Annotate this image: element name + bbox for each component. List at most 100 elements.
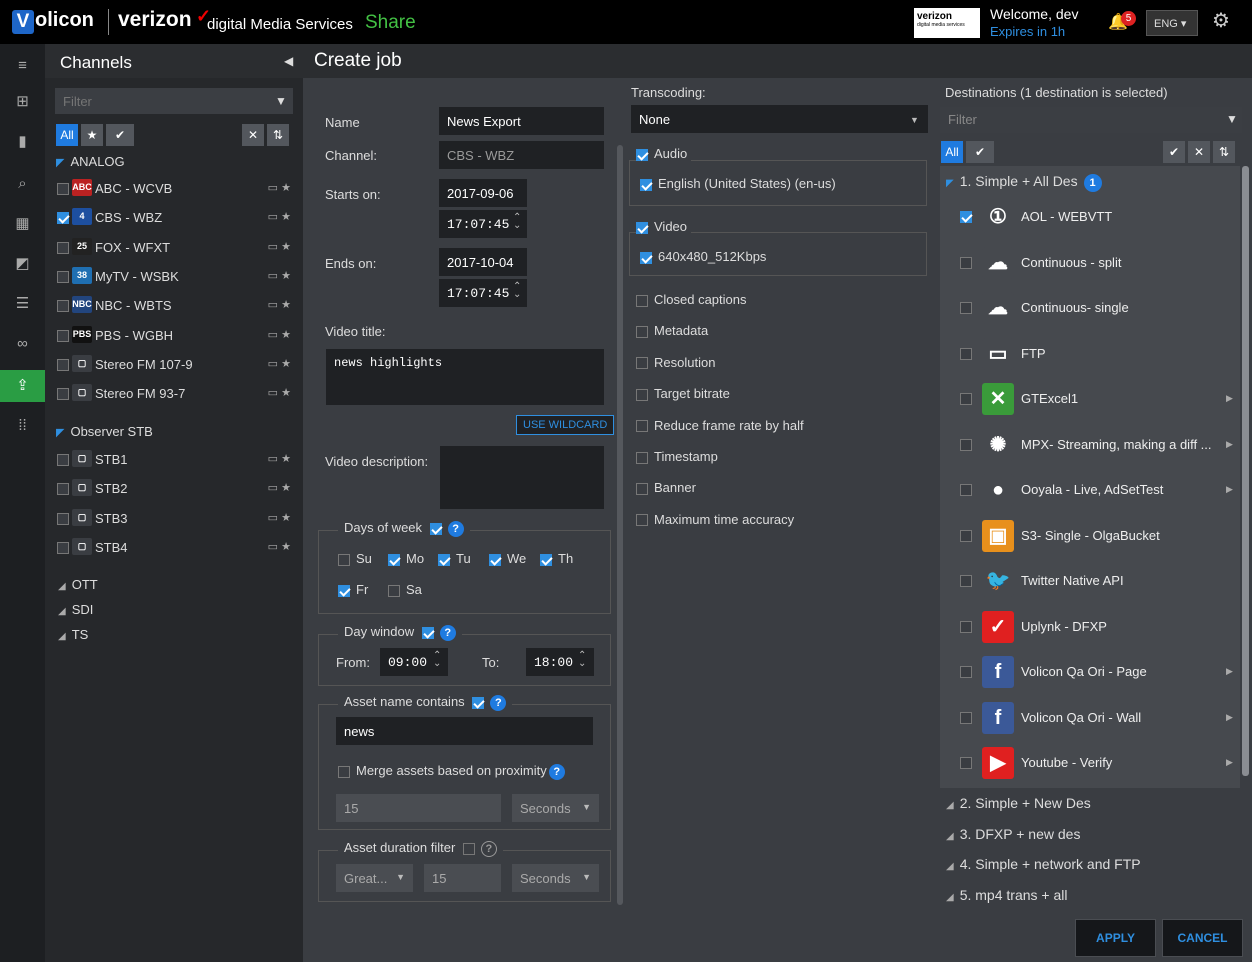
destination-row[interactable]: ✓ Uplynk - DFXP (960, 607, 1240, 647)
filter-icon[interactable]: ▼ (275, 94, 287, 108)
star-icon[interactable]: ★ (281, 512, 291, 524)
destination-row[interactable]: 🐦 Twitter Native API (960, 561, 1240, 601)
merge-unit-select[interactable]: Seconds ▼ (512, 794, 599, 822)
channel-row[interactable]: PBS PBS - WGBH ▭ ★ (55, 324, 295, 348)
destination-checkbox[interactable] (960, 666, 972, 678)
video-checkbox[interactable] (636, 221, 648, 234)
channel-row[interactable]: 38 MyTV - WSBK ▭ ★ (55, 265, 295, 289)
day-checkbox[interactable] (438, 553, 450, 566)
chevron-right-icon[interactable]: ▶ (1226, 393, 1233, 404)
sort-icon[interactable]: ⇅ (267, 124, 289, 146)
channel-checkbox[interactable] (57, 483, 69, 496)
transcoding-option[interactable]: Reduce frame rate by half (636, 418, 804, 433)
channel-checkbox[interactable] (57, 300, 69, 313)
channel-checkbox[interactable] (57, 388, 69, 401)
star-icon[interactable]: ★ (281, 211, 291, 223)
channel-checkbox[interactable] (57, 241, 69, 254)
day-checkbox[interactable] (489, 553, 501, 566)
channel-row[interactable]: ▢ STB4 ▭ ★ (55, 536, 295, 560)
destination-row[interactable]: ✕ GTExcel1 ▶ (960, 379, 1240, 419)
collapse-arrow-icon[interactable]: ◀ (284, 54, 293, 68)
transcoding-option[interactable]: Closed captions (636, 292, 747, 307)
destination-checkbox[interactable] (960, 256, 972, 269)
destination-row[interactable]: ▣ S3- Single - OlgaBucket (960, 516, 1240, 556)
destination-checkbox[interactable] (960, 302, 972, 314)
language-select[interactable]: ENG ▾ (1146, 10, 1198, 36)
cancel-button[interactable]: CANCEL (1162, 919, 1243, 957)
star-icon[interactable]: ★ (281, 329, 291, 341)
select-all-icon[interactable]: ✔ (1163, 141, 1185, 163)
destination-checkbox[interactable] (960, 711, 972, 724)
name-input[interactable]: News Export (439, 107, 604, 135)
chevron-right-icon[interactable]: ▶ (1226, 666, 1233, 677)
chevron-down-icon[interactable]: ▼ (910, 115, 919, 125)
check-filter-icon[interactable]: ✔ (966, 141, 994, 163)
destinations-scrollbar[interactable] (1242, 166, 1249, 776)
sort-icon[interactable]: ⇅ (1213, 141, 1235, 163)
day-option[interactable]: Tu (438, 551, 471, 566)
destination-checkbox[interactable] (960, 393, 972, 405)
destination-row[interactable]: f Volicon Qa Ori - Wall ▶ (960, 698, 1240, 738)
destination-checkbox[interactable] (960, 438, 972, 451)
use-wildcard-button[interactable]: USE WILDCARD (516, 415, 615, 435)
keyboard-icon[interactable]: ▭ (268, 182, 281, 194)
audio-track-option[interactable]: English (United States) (en-us) (640, 176, 836, 191)
search-icon[interactable]: ⌕ (0, 168, 45, 200)
destination-checkbox[interactable] (960, 347, 972, 360)
video-profile-checkbox[interactable] (640, 251, 652, 264)
channel-row[interactable]: ▢ Stereo FM 107-9 ▭ ★ (55, 353, 295, 377)
video-title-input[interactable]: news highlights (326, 349, 604, 405)
destination-checkbox[interactable] (960, 529, 972, 542)
star-icon[interactable]: ★ (281, 453, 291, 465)
option-checkbox[interactable] (636, 514, 648, 527)
channels-all-button[interactable]: All (56, 124, 78, 146)
merge-proximity-option[interactable]: Merge assets based on proximity? (338, 763, 565, 780)
star-icon[interactable]: ★ (281, 541, 291, 553)
channel-row[interactable]: ▢ STB3 ▭ ★ (55, 507, 295, 531)
destination-checkbox[interactable] (960, 757, 972, 769)
day-option[interactable]: We (489, 551, 526, 566)
keyboard-icon[interactable]: ▭ (268, 358, 281, 370)
start-time-stepper-icon[interactable]: ⌃ ⌄ (513, 213, 521, 231)
duration-operator-select[interactable]: Great... ▼ (336, 864, 413, 892)
keyboard-icon[interactable]: ▭ (268, 453, 281, 465)
help-icon[interactable]: ? (447, 521, 464, 537)
apps-icon[interactable]: ⁞⁞ (0, 410, 45, 442)
menu-icon[interactable]: ≡ (0, 50, 45, 82)
group-sdi[interactable]: ◢ SDI (58, 602, 93, 617)
keyboard-icon[interactable]: ▭ (268, 482, 281, 494)
chevron-right-icon[interactable]: ▶ (1226, 757, 1233, 768)
transcoding-option[interactable]: Resolution (636, 355, 715, 370)
destination-row[interactable]: f Volicon Qa Ori - Page ▶ (960, 652, 1240, 692)
transcoding-option[interactable]: Metadata (636, 323, 708, 338)
destination-row[interactable]: ● Ooyala - Live, AdSetTest ▶ (960, 470, 1240, 510)
destination-row[interactable]: ✺ MPX- Streaming, making a diff ... ▶ (960, 425, 1240, 465)
to-stepper-icon[interactable]: ⌃ ⌄ (578, 651, 586, 669)
grid-icon[interactable]: ⊞ (0, 86, 45, 118)
day-option[interactable]: Th (540, 551, 573, 566)
help-icon[interactable]: ? (548, 764, 565, 780)
form-scrollbar[interactable] (617, 145, 623, 905)
channel-checkbox[interactable] (57, 270, 69, 283)
duration-value-input[interactable]: 15 (424, 864, 501, 892)
destinations-all-button[interactable]: All (941, 141, 963, 163)
destination-checkbox[interactable] (960, 575, 972, 587)
channel-checkbox[interactable] (57, 329, 69, 342)
destination-checkbox[interactable] (960, 211, 972, 223)
duration-unit-select[interactable]: Seconds ▼ (512, 864, 599, 892)
audio-option[interactable]: Audio (636, 146, 692, 161)
star-icon[interactable]: ★ (281, 241, 291, 253)
transcoding-option[interactable]: Maximum time accuracy (636, 512, 794, 527)
destination-row[interactable]: ① AOL - WEBVTT (960, 197, 1240, 237)
star-icon[interactable]: ★ (281, 482, 291, 494)
gear-icon[interactable]: ⚙ (1212, 8, 1230, 33)
destination-group[interactable]: ◢ 3. DFXP + new des (946, 826, 1080, 842)
star-icon[interactable]: ★ (281, 358, 291, 370)
keyboard-icon[interactable]: ▭ (268, 211, 281, 223)
keyboard-icon[interactable]: ▭ (268, 241, 281, 253)
channel-checkbox[interactable] (57, 358, 69, 371)
keyboard-icon[interactable]: ▭ (268, 299, 281, 311)
day-checkbox[interactable] (388, 584, 400, 597)
audio-track-checkbox[interactable] (640, 178, 652, 191)
deselect-icon[interactable]: ✕ (242, 124, 264, 146)
